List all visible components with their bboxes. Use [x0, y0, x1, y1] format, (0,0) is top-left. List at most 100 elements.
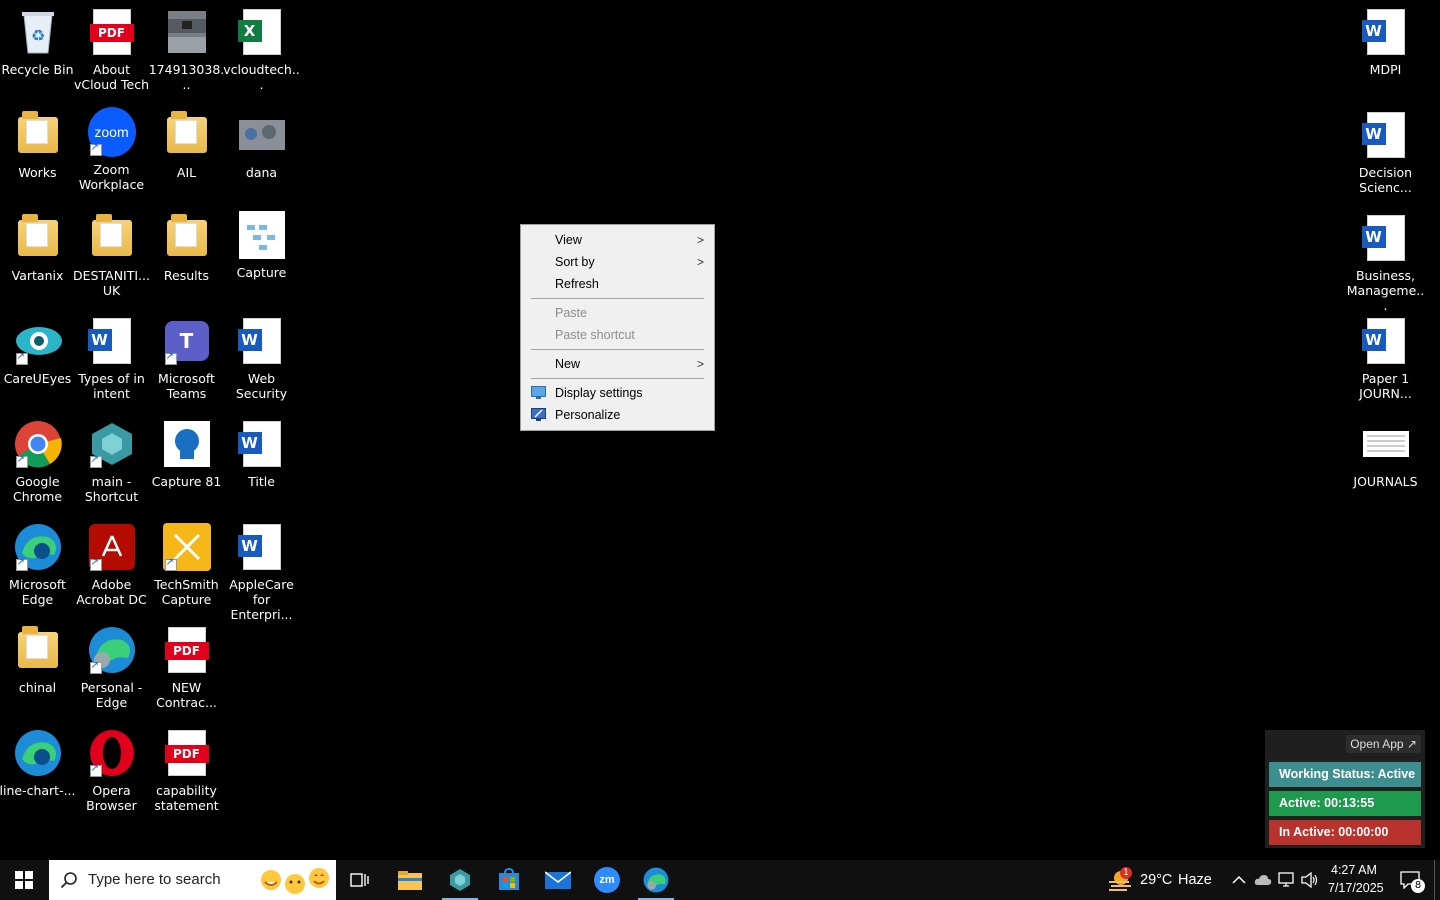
taskbar-search-box[interactable]: Type here to search	[49, 860, 336, 900]
desktop-icon-applecare[interactable]: W AppleCare for Enterpri...	[224, 523, 299, 622]
start-button[interactable]	[0, 860, 48, 900]
desktop-icon-capture[interactable]: Capture	[224, 211, 299, 280]
desktop-icon-label: Paper 1 JOURN...	[1359, 371, 1412, 401]
shortcut-arrow-icon	[164, 351, 177, 365]
taskbar-microsoft-store[interactable]	[489, 860, 529, 900]
desktop-icon-journals[interactable]: JOURNALS	[1348, 420, 1423, 489]
desktop-icon-zoom-workplace[interactable]: zoom Zoom Workplace	[74, 107, 149, 192]
weather-widget-button[interactable]: 1	[1100, 860, 1140, 900]
edge-icon	[643, 867, 669, 893]
desktop-icon-label: Results	[163, 268, 210, 283]
desktop-icon-microsoft-teams[interactable]: T Microsoft Teams	[149, 317, 224, 401]
open-app-button[interactable]: Open App ↗	[1346, 735, 1421, 753]
folder-icon	[14, 626, 62, 674]
menu-item-view[interactable]: View >	[521, 229, 714, 251]
clock-button[interactable]: 4:27 AM 7/17/2025	[1324, 860, 1386, 900]
active-time-bar: Active: 00:13:55	[1269, 791, 1421, 816]
menu-item-sort-by[interactable]: Sort by >	[521, 251, 714, 273]
chrome-icon	[14, 420, 62, 468]
desktop-icon-results[interactable]: Results	[149, 214, 224, 283]
cloud-icon	[1254, 875, 1272, 885]
menu-item-personalize[interactable]: Personalize	[521, 404, 714, 426]
desktop-icon-vartanix[interactable]: Vartanix	[0, 214, 75, 283]
desktop-icon-business-management[interactable]: W Business, Manageme...	[1346, 214, 1425, 313]
task-view-button[interactable]	[340, 860, 380, 900]
app-hexagon-icon	[88, 420, 136, 468]
desktop-icon-web-security[interactable]: W Web Security	[224, 317, 299, 401]
show-hidden-icons-button[interactable]	[1228, 860, 1250, 900]
menu-item-new[interactable]: New >	[521, 353, 714, 375]
speaker-icon	[1301, 872, 1318, 888]
desktop-icon-label: Vartanix	[11, 268, 64, 283]
search-icon	[60, 872, 77, 889]
taskbar-edge[interactable]	[636, 860, 676, 900]
desktop-icon-label: Business, Manageme...	[1346, 268, 1425, 313]
desktop-icon-adobe-acrobat[interactable]: Adobe Acrobat DC	[74, 523, 149, 607]
opera-icon	[88, 729, 136, 777]
clock-date: 7/17/2025	[1328, 881, 1384, 895]
chevron-up-icon	[1232, 875, 1246, 884]
desktop-icon-ail[interactable]: AIL	[149, 111, 224, 180]
tray-volume[interactable]	[1299, 860, 1321, 900]
desktop-icon-destaniti-uk[interactable]: DESTANITI... UK	[73, 214, 150, 298]
desktop-icon-types-of-intent[interactable]: W Types of in intent	[74, 317, 149, 401]
desktop-icon-chinal[interactable]: chinal	[0, 626, 75, 695]
shortcut-arrow-icon	[89, 557, 102, 571]
excel-file-icon: X	[237, 8, 286, 56]
display-icon	[531, 386, 546, 399]
desktop-icon-image-174913038[interactable]: 174913038...	[149, 8, 224, 92]
desktop-icon-title[interactable]: W Title	[224, 420, 299, 489]
taskbar-app-hexagon[interactable]	[440, 860, 480, 900]
desktop-icon-label: Decision Scienc...	[1358, 165, 1413, 195]
desktop-icon-new-contract[interactable]: PDF NEW Contrac...	[149, 626, 224, 710]
desktop-icon-label: capability statement	[154, 783, 219, 813]
menu-item-display-settings[interactable]: Display settings	[521, 382, 714, 404]
desktop-icon-capture-81[interactable]: Capture 81	[149, 420, 224, 489]
acrobat-icon	[88, 523, 136, 571]
shortcut-arrow-icon	[15, 454, 28, 468]
menu-separator	[531, 298, 704, 299]
desktop-icon-mdpi[interactable]: W MDPI	[1348, 8, 1423, 77]
desktop-icon-microsoft-edge[interactable]: Microsoft Edge	[0, 523, 75, 607]
image-thumbnail-icon	[163, 420, 211, 468]
desktop-icon-label: Title	[248, 474, 275, 489]
desktop-icon-vcloudtech[interactable]: X vcloudtech...	[223, 8, 300, 92]
tray-onedrive[interactable]	[1252, 860, 1274, 900]
shortcut-arrow-icon	[15, 557, 28, 571]
mail-icon	[545, 871, 571, 889]
desktop-icon-line-chart[interactable]: line-chart-...	[0, 729, 76, 798]
taskbar-file-explorer[interactable]	[390, 860, 430, 900]
chevron-right-icon: >	[696, 357, 704, 371]
desktop-icon-label: dana	[245, 165, 278, 180]
notification-center-button[interactable]: 8	[1392, 860, 1428, 900]
desktop-icon-about-vcloud-tech[interactable]: PDF About vCloud Tech	[74, 8, 149, 92]
menu-item-refresh[interactable]: Refresh	[521, 273, 714, 295]
desktop-icon-works[interactable]: Works	[0, 111, 75, 180]
network-icon	[1278, 872, 1294, 887]
desktop-icon-label: Adobe Acrobat DC	[76, 577, 147, 607]
taskbar-mail[interactable]	[538, 860, 578, 900]
taskbar-zoom[interactable]: zm	[587, 860, 627, 900]
notification-count-badge: 8	[1411, 879, 1425, 893]
menu-separator	[531, 378, 704, 379]
desktop-icon-main-shortcut[interactable]: main - Shortcut	[74, 420, 149, 504]
desktop-icon-google-chrome[interactable]: Google Chrome	[0, 420, 75, 504]
task-view-icon	[350, 873, 369, 887]
desktop-icon-label: Types of in intent	[78, 371, 145, 401]
desktop-icon-dana[interactable]: dana	[224, 111, 299, 180]
show-desktop-button[interactable]	[1434, 860, 1440, 900]
desktop-icon-label: AIL	[176, 165, 197, 180]
desktop-icon-label: CareUEyes	[3, 371, 72, 386]
shortcut-arrow-icon	[89, 454, 102, 468]
desktop-icon-decision-science[interactable]: W Decision Scienc...	[1348, 111, 1423, 195]
desktop-icon-recycle-bin[interactable]: ♻ Recycle Bin	[0, 8, 75, 77]
tray-network[interactable]	[1276, 860, 1298, 900]
desktop-icon-capability-statement[interactable]: PDF capability statement	[149, 729, 224, 813]
desktop-icon-paper-1-journal[interactable]: W Paper 1 JOURN...	[1348, 317, 1423, 401]
desktop-icon-techsmith-capture[interactable]: TechSmith Capture	[149, 523, 224, 607]
menu-item-label: Paste shortcut	[555, 328, 635, 342]
desktop-icon-careueyes[interactable]: CareUEyes	[0, 317, 75, 386]
desktop-context-menu: View > Sort by > Refresh Paste Paste sho…	[520, 224, 715, 431]
desktop-icon-personal-edge[interactable]: Personal - Edge	[74, 626, 149, 710]
desktop-icon-opera-browser[interactable]: Opera Browser	[74, 729, 149, 813]
